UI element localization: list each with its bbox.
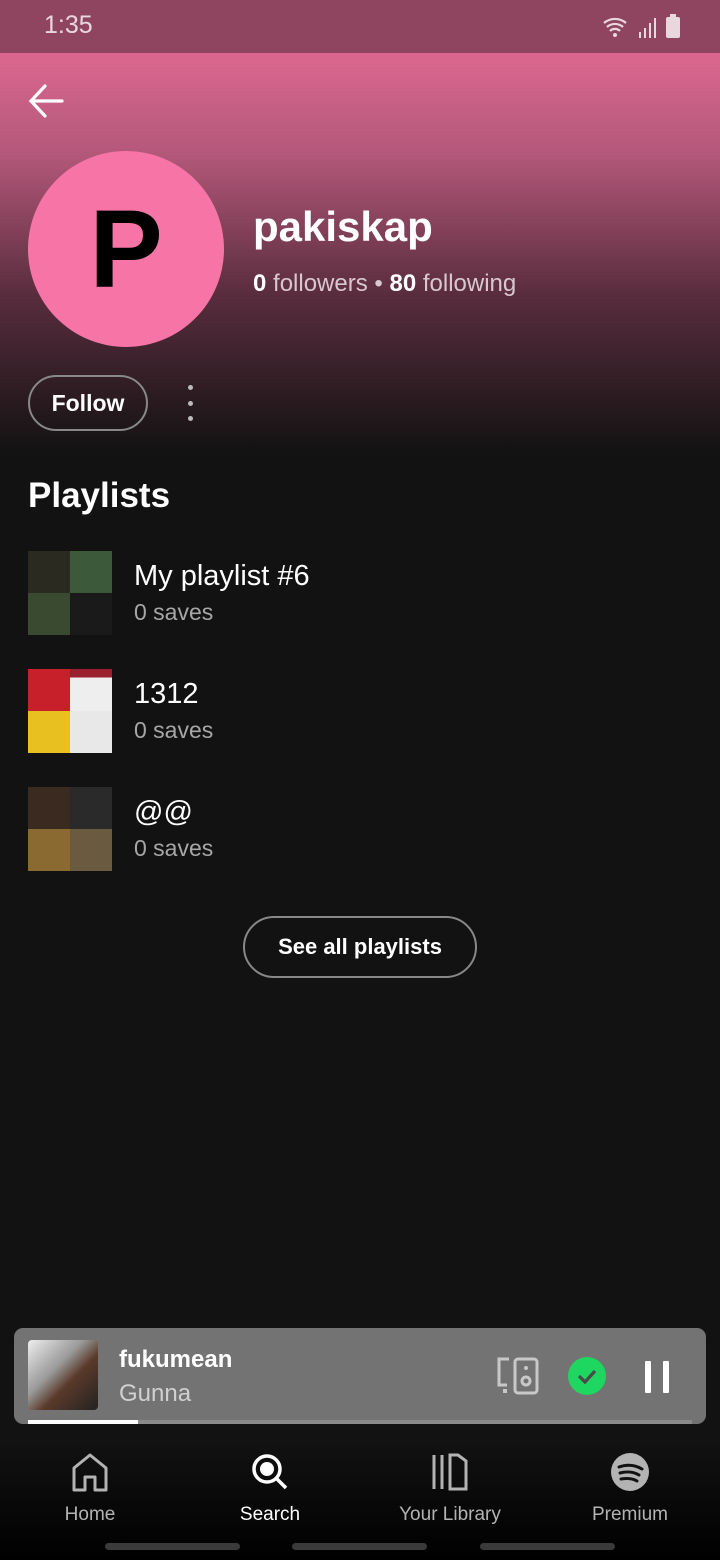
saved-check-icon[interactable]: [567, 1356, 607, 1396]
playlist-cover: [28, 551, 112, 635]
playlist-name: @@: [134, 796, 193, 828]
gesture-bar: [292, 1543, 427, 1550]
playlist-cover: [28, 787, 112, 871]
following-label[interactable]: following: [423, 270, 516, 297]
status-time: 1:35: [44, 11, 93, 39]
nav-search[interactable]: Search: [180, 1452, 360, 1526]
followers-label[interactable]: followers: [273, 270, 368, 297]
following-count[interactable]: 80: [389, 270, 416, 297]
gesture-bar: [105, 1543, 240, 1550]
nav-home[interactable]: Home: [0, 1452, 180, 1526]
nav-premium-label: Premium: [591, 1504, 668, 1525]
pause-icon[interactable]: [643, 1360, 671, 1394]
album-art: [28, 1340, 98, 1410]
playlist-saves: 0 saves: [134, 835, 214, 861]
song-artist: Gunna: [119, 1380, 192, 1407]
now-playing-bar[interactable]: fukumean Gunna: [14, 1328, 706, 1424]
playlist-name: 1312: [134, 678, 199, 710]
gesture-bar: [480, 1543, 615, 1550]
battery-icon: [666, 14, 680, 38]
playlist-item[interactable]: @@ 0 saves: [28, 787, 213, 871]
playlist-name: My playlist #6: [134, 560, 310, 592]
nav-library-label: Your Library: [399, 1504, 501, 1525]
follow-stats: 0 followers • 80 following: [253, 270, 517, 297]
nav-search-label: Search: [239, 1504, 301, 1525]
followers-count[interactable]: 0: [253, 270, 266, 297]
connect-device-icon[interactable]: [495, 1357, 539, 1395]
search-icon: [252, 1454, 288, 1490]
spotify-logo-icon: [611, 1453, 649, 1491]
nav-premium[interactable]: Premium: [540, 1452, 720, 1526]
avatar: P: [28, 151, 224, 347]
playback-progress[interactable]: [28, 1420, 692, 1424]
song-title: fukumean: [119, 1346, 233, 1373]
playlist-cover: [28, 669, 112, 753]
see-all-playlists-button[interactable]: See all playlists: [243, 916, 477, 978]
nav-library[interactable]: Your Library: [360, 1452, 540, 1526]
playlist-item[interactable]: 1312 0 saves: [28, 669, 213, 753]
playlist-saves: 0 saves: [134, 599, 214, 625]
nav-home-label: Home: [64, 1504, 116, 1525]
playlist-saves: 0 saves: [134, 717, 214, 743]
username: pakiskap: [253, 203, 433, 250]
home-icon: [72, 1453, 108, 1492]
status-bar: 1:35: [0, 0, 720, 53]
more-options-icon[interactable]: [180, 385, 200, 421]
playlists-heading: Playlists: [28, 476, 171, 515]
signal-icon: [639, 18, 656, 38]
follow-button[interactable]: Follow: [28, 375, 148, 431]
library-icon: [432, 1453, 468, 1491]
wifi-icon: [603, 17, 627, 37]
playlist-item[interactable]: My playlist #6 0 saves: [28, 551, 310, 635]
back-arrow-icon[interactable]: [28, 84, 64, 118]
